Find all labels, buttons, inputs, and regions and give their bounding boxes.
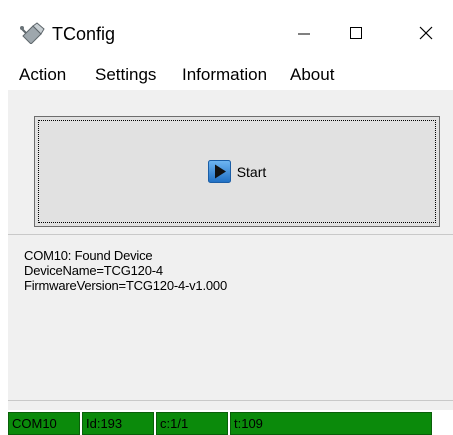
minimize-icon <box>298 33 310 35</box>
action-panel: Start <box>8 98 453 235</box>
tconfig-window: TConfig Action Settings Information Abou… <box>0 0 453 435</box>
maximize-button[interactable] <box>333 18 379 48</box>
title-bar[interactable]: TConfig <box>0 0 453 56</box>
log-line: FirmwareVersion=TCG120-4-v1.000 <box>24 278 227 293</box>
menu-item-about[interactable]: About <box>290 64 334 86</box>
close-icon <box>419 26 433 40</box>
menu-item-settings[interactable]: Settings <box>95 64 156 86</box>
minimize-button[interactable] <box>281 18 327 48</box>
start-button[interactable]: Start <box>34 116 440 227</box>
status-port: COM10 <box>8 412 80 435</box>
menu-item-information[interactable]: Information <box>182 64 267 86</box>
status-bar: COM10 Id:193 c:1/1 t:109 <box>8 412 453 435</box>
maximize-icon <box>350 27 362 39</box>
menu-bar: Action Settings Information About <box>0 58 453 90</box>
start-button-label: Start <box>236 163 267 180</box>
satellite-dish-icon <box>20 22 46 45</box>
status-time: t:109 <box>230 412 432 435</box>
close-button[interactable] <box>403 18 449 48</box>
log-panel: COM10: Found Device DeviceName=TCG120-4 … <box>8 238 453 401</box>
log-line: DeviceName=TCG120-4 <box>24 263 163 278</box>
client-area: Start COM10: Found Device DeviceName=TCG… <box>8 90 453 410</box>
status-id: Id:193 <box>82 412 154 435</box>
menu-item-action[interactable]: Action <box>19 64 66 86</box>
play-icon <box>207 160 231 183</box>
window-title: TConfig <box>52 24 116 44</box>
status-count: c:1/1 <box>156 412 228 435</box>
log-line: COM10: Found Device <box>24 248 153 263</box>
